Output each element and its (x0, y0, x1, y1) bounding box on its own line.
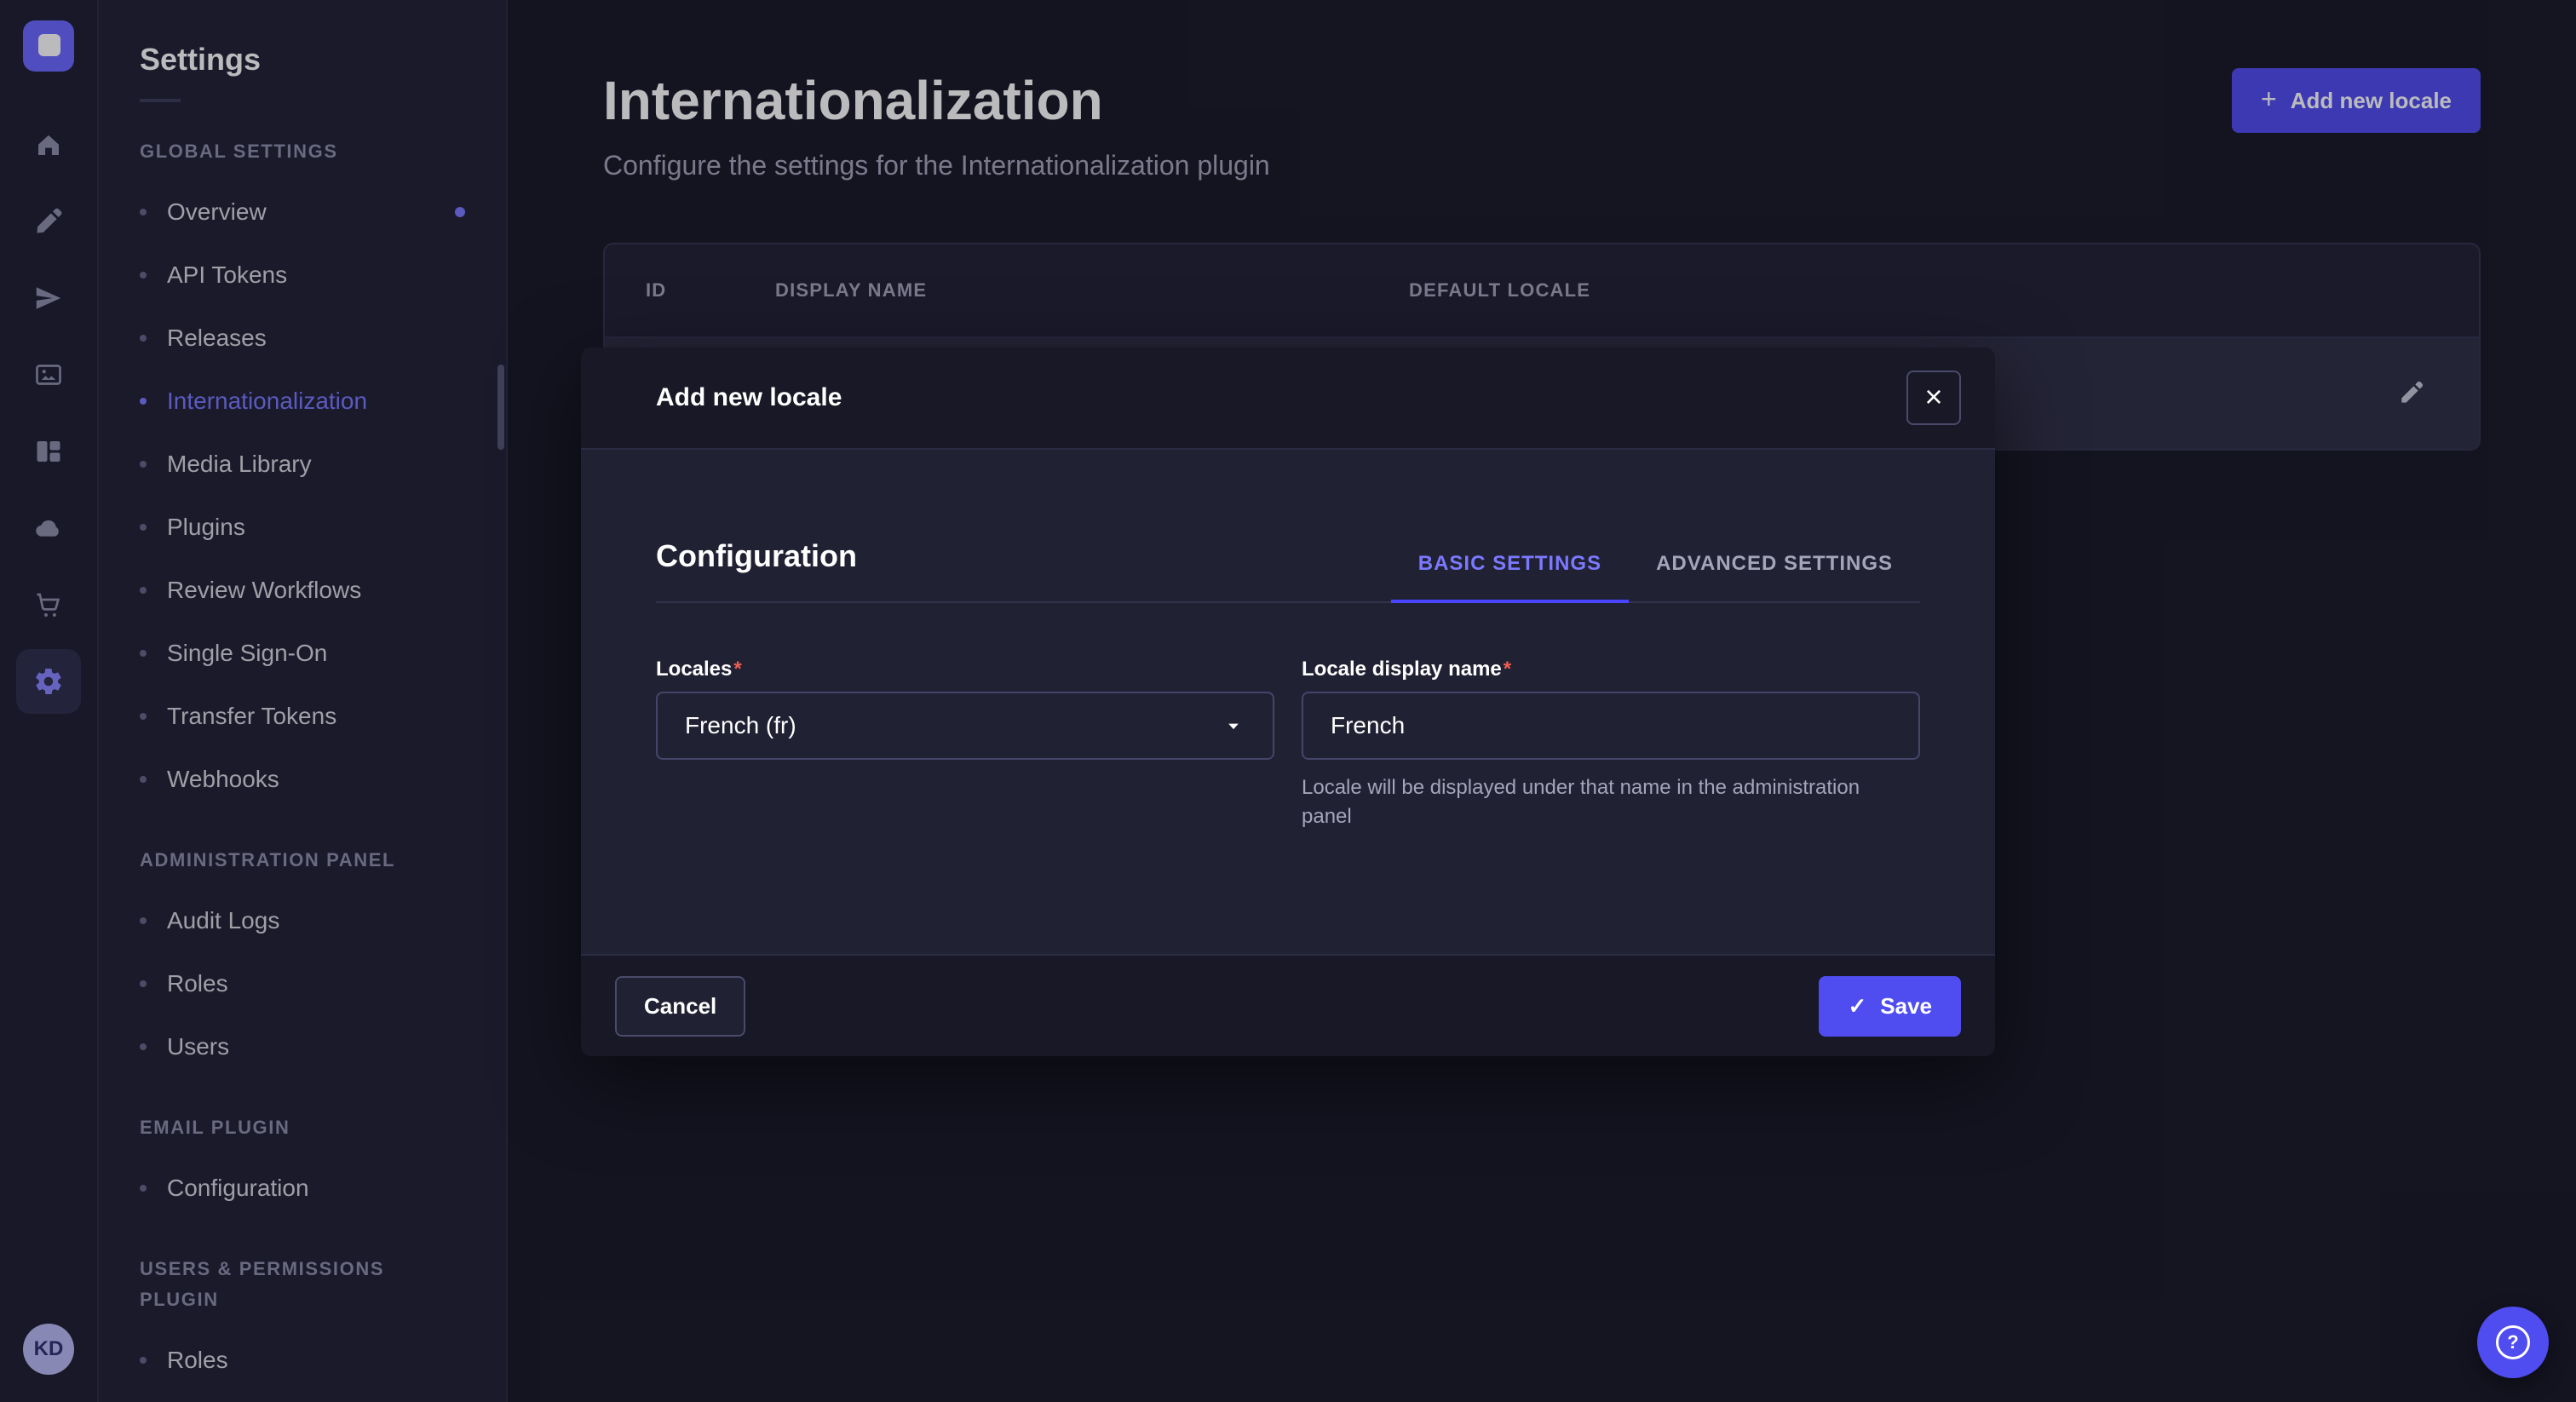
configuration-title: Configuration (656, 538, 857, 601)
display-name-label-text: Locale display name (1302, 658, 1502, 681)
check-icon (1848, 993, 1866, 1020)
required-asterisk: * (1504, 658, 1511, 681)
cancel-button[interactable]: Cancel (615, 976, 745, 1037)
help-icon (2496, 1325, 2530, 1359)
save-button-label: Save (1880, 993, 1932, 1020)
tab-basic-settings[interactable]: BASIC SETTINGS (1391, 552, 1629, 603)
locales-field: Locales* French (fr) (656, 658, 1274, 830)
modal-footer: Cancel Save (581, 954, 1995, 1056)
help-button[interactable] (2477, 1307, 2549, 1378)
save-button[interactable]: Save (1819, 976, 1961, 1037)
locales-select[interactable]: French (fr) (656, 692, 1274, 760)
close-modal-button[interactable] (1906, 371, 1961, 425)
locales-select-value: French (fr) (685, 712, 796, 739)
configuration-header: Configuration BASIC SETTINGS ADVANCED SE… (656, 538, 1920, 603)
locales-label: Locales* (656, 658, 1274, 681)
tab-advanced-settings[interactable]: ADVANCED SETTINGS (1629, 552, 1920, 601)
chevron-down-icon (1222, 714, 1245, 738)
close-icon (1924, 383, 1942, 413)
display-name-hint: Locale will be displayed under that name… (1302, 773, 1915, 830)
display-name-field: Locale display name* Locale will be disp… (1302, 658, 1920, 830)
modal-title: Add new locale (656, 383, 842, 412)
locale-display-name-input[interactable] (1302, 692, 1920, 760)
locale-form: Locales* French (fr) Locale display name… (656, 658, 1920, 830)
settings-tabs: BASIC SETTINGS ADVANCED SETTINGS (1391, 552, 1920, 601)
modal-header: Add new locale (581, 348, 1995, 450)
add-locale-modal: Add new locale Configuration BASIC SETTI… (581, 348, 1995, 1056)
required-asterisk: * (733, 658, 741, 681)
display-name-label: Locale display name* (1302, 658, 1920, 681)
locales-label-text: Locales (656, 658, 732, 681)
modal-body: Configuration BASIC SETTINGS ADVANCED SE… (581, 450, 1995, 954)
